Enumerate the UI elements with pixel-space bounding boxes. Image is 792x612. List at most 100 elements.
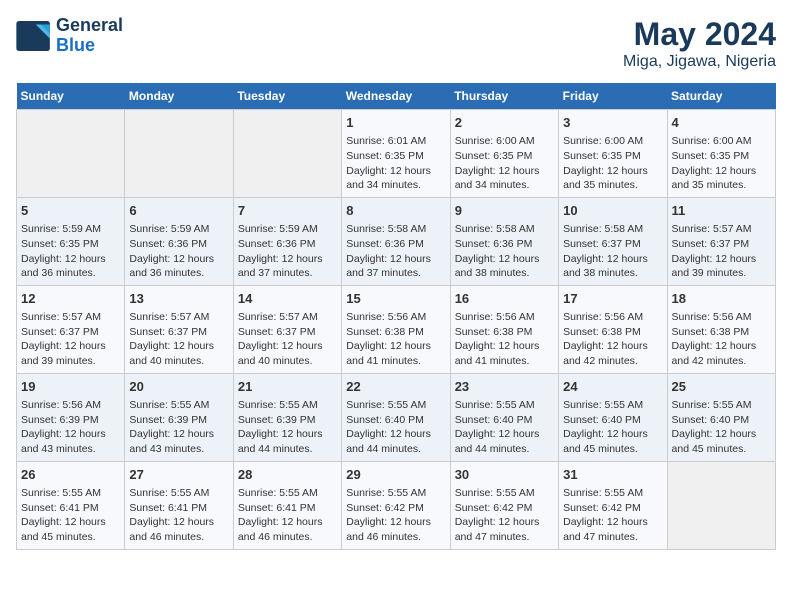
day-number: 21 [238, 378, 337, 396]
day-number: 13 [129, 290, 228, 308]
calendar-cell: 7Sunrise: 5:59 AM Sunset: 6:36 PM Daylig… [233, 197, 341, 285]
day-number: 27 [129, 466, 228, 484]
day-info: Sunrise: 5:55 AM Sunset: 6:42 PM Dayligh… [346, 486, 445, 545]
day-number: 14 [238, 290, 337, 308]
day-info: Sunrise: 5:57 AM Sunset: 6:37 PM Dayligh… [129, 310, 228, 369]
calendar-cell: 27 Sunrise: 5:55 AM Sunset: 6:41 PM Dayli… [125, 461, 233, 549]
day-info: Sunrise: 5:55 AM Sunset: 6:41 PM Dayligh… [129, 486, 228, 545]
day-info: Sunrise: 5:55 AM Sunset: 6:40 PM Dayligh… [455, 398, 554, 457]
calendar-cell [233, 110, 341, 198]
calendar-cell [125, 110, 233, 198]
weekday-header-monday: Monday [125, 83, 233, 110]
day-number: 8 [346, 202, 445, 220]
day-info: Sunrise: 5:55 AM Sunset: 6:40 PM Dayligh… [672, 398, 771, 457]
weekday-header-wednesday: Wednesday [342, 83, 450, 110]
day-info: Sunrise: 5:55 AM Sunset: 6:41 PM Dayligh… [238, 486, 337, 545]
day-number: 15 [346, 290, 445, 308]
day-info: Sunrise: 6:00 AM Sunset: 6:35 PM Dayligh… [672, 134, 771, 193]
day-info: Sunrise: 5:59 AM Sunset: 6:36 PM Dayligh… [129, 222, 228, 281]
calendar-cell: 1 Sunrise: 6:01 AM Sunset: 6:35 PM Daylig… [342, 110, 450, 198]
weekday-header-sunday: Sunday [17, 83, 125, 110]
calendar-cell: 18Sunrise: 5:56 AM Sunset: 6:38 PM Dayli… [667, 285, 775, 373]
calendar-week-row: 19Sunrise: 5:56 AM Sunset: 6:39 PM Dayli… [17, 373, 776, 461]
day-number: 1 [346, 114, 445, 132]
day-number: 7 [238, 202, 337, 220]
calendar-cell: 23 Sunrise: 5:55 AM Sunset: 6:40 PM Dayli… [450, 373, 558, 461]
calendar-cell [17, 110, 125, 198]
day-number: 6 [129, 202, 228, 220]
calendar-cell: 31 Sunrise: 5:55 AM Sunset: 6:42 PM Dayli… [559, 461, 667, 549]
day-info: Sunrise: 5:55 AM Sunset: 6:40 PM Dayligh… [346, 398, 445, 457]
day-number: 30 [455, 466, 554, 484]
calendar-week-row: 26 Sunrise: 5:55 AM Sunset: 6:41 PM Dayli… [17, 461, 776, 549]
calendar-cell: 2Sunrise: 6:00 AM Sunset: 6:35 PM Daylig… [450, 110, 558, 198]
day-number: 12 [21, 290, 120, 308]
calendar-cell: 8 Sunrise: 5:58 AM Sunset: 6:36 PM Daylig… [342, 197, 450, 285]
day-number: 11 [672, 202, 771, 220]
day-info: Sunrise: 5:55 AM Sunset: 6:42 PM Dayligh… [455, 486, 554, 545]
calendar-cell: 29 Sunrise: 5:55 AM Sunset: 6:42 PM Dayli… [342, 461, 450, 549]
day-number: 3 [563, 114, 662, 132]
day-info: Sunrise: 5:55 AM Sunset: 6:42 PM Dayligh… [563, 486, 662, 545]
day-info: Sunrise: 6:00 AM Sunset: 6:35 PM Dayligh… [563, 134, 662, 193]
day-number: 23 [455, 378, 554, 396]
calendar-cell: 16 Sunrise: 5:56 AM Sunset: 6:38 PM Dayli… [450, 285, 558, 373]
calendar-week-row: 12 Sunrise: 5:57 AM Sunset: 6:37 PM Dayli… [17, 285, 776, 373]
calendar-cell: 28 Sunrise: 5:55 AM Sunset: 6:41 PM Dayli… [233, 461, 341, 549]
page-subtitle: Miga, Jigawa, Nigeria [623, 53, 776, 71]
calendar-cell: 12 Sunrise: 5:57 AM Sunset: 6:37 PM Dayli… [17, 285, 125, 373]
title-block: May 2024 Miga, Jigawa, Nigeria [623, 16, 776, 71]
day-info: Sunrise: 5:56 AM Sunset: 6:38 PM Dayligh… [672, 310, 771, 369]
day-number: 2 [455, 114, 554, 132]
calendar-cell: 9 Sunrise: 5:58 AM Sunset: 6:36 PM Daylig… [450, 197, 558, 285]
calendar-cell [667, 461, 775, 549]
calendar-cell: 11Sunrise: 5:57 AM Sunset: 6:37 PM Dayli… [667, 197, 775, 285]
day-info: Sunrise: 5:57 AM Sunset: 6:37 PM Dayligh… [21, 310, 120, 369]
day-number: 16 [455, 290, 554, 308]
calendar-week-row: 5Sunrise: 5:59 AM Sunset: 6:35 PM Daylig… [17, 197, 776, 285]
calendar-cell: 5Sunrise: 5:59 AM Sunset: 6:35 PM Daylig… [17, 197, 125, 285]
day-info: Sunrise: 5:57 AM Sunset: 6:37 PM Dayligh… [238, 310, 337, 369]
calendar-cell: 15Sunrise: 5:56 AM Sunset: 6:38 PM Dayli… [342, 285, 450, 373]
calendar-cell: 19Sunrise: 5:56 AM Sunset: 6:39 PM Dayli… [17, 373, 125, 461]
day-number: 29 [346, 466, 445, 484]
calendar-cell: 26 Sunrise: 5:55 AM Sunset: 6:41 PM Dayli… [17, 461, 125, 549]
day-info: Sunrise: 5:56 AM Sunset: 6:38 PM Dayligh… [563, 310, 662, 369]
day-info: Sunrise: 5:58 AM Sunset: 6:36 PM Dayligh… [346, 222, 445, 281]
weekday-header-saturday: Saturday [667, 83, 775, 110]
day-number: 22 [346, 378, 445, 396]
calendar-cell: 4 Sunrise: 6:00 AM Sunset: 6:35 PM Daylig… [667, 110, 775, 198]
day-info: Sunrise: 5:58 AM Sunset: 6:36 PM Dayligh… [455, 222, 554, 281]
weekday-header-thursday: Thursday [450, 83, 558, 110]
weekday-header-tuesday: Tuesday [233, 83, 341, 110]
day-number: 17 [563, 290, 662, 308]
day-number: 4 [672, 114, 771, 132]
day-number: 31 [563, 466, 662, 484]
calendar-cell: 6 Sunrise: 5:59 AM Sunset: 6:36 PM Daylig… [125, 197, 233, 285]
day-info: Sunrise: 5:55 AM Sunset: 6:39 PM Dayligh… [238, 398, 337, 457]
day-number: 10 [563, 202, 662, 220]
day-info: Sunrise: 5:55 AM Sunset: 6:41 PM Dayligh… [21, 486, 120, 545]
day-number: 28 [238, 466, 337, 484]
day-info: Sunrise: 5:58 AM Sunset: 6:37 PM Dayligh… [563, 222, 662, 281]
calendar-cell: 24Sunrise: 5:55 AM Sunset: 6:40 PM Dayli… [559, 373, 667, 461]
calendar-cell: 20Sunrise: 5:55 AM Sunset: 6:39 PM Dayli… [125, 373, 233, 461]
logo-blue: Blue [56, 35, 95, 55]
day-info: Sunrise: 6:01 AM Sunset: 6:35 PM Dayligh… [346, 134, 445, 193]
day-number: 26 [21, 466, 120, 484]
day-info: Sunrise: 5:56 AM Sunset: 6:38 PM Dayligh… [455, 310, 554, 369]
day-number: 24 [563, 378, 662, 396]
page-title: May 2024 [623, 16, 776, 53]
day-number: 20 [129, 378, 228, 396]
calendar-cell: 22 Sunrise: 5:55 AM Sunset: 6:40 PM Dayli… [342, 373, 450, 461]
calendar-cell: 17 Sunrise: 5:56 AM Sunset: 6:38 PM Dayli… [559, 285, 667, 373]
day-number: 9 [455, 202, 554, 220]
calendar-cell: 10 Sunrise: 5:58 AM Sunset: 6:37 PM Dayli… [559, 197, 667, 285]
day-info: Sunrise: 5:56 AM Sunset: 6:39 PM Dayligh… [21, 398, 120, 457]
calendar-cell: 30 Sunrise: 5:55 AM Sunset: 6:42 PM Dayli… [450, 461, 558, 549]
calendar-cell: 25Sunrise: 5:55 AM Sunset: 6:40 PM Dayli… [667, 373, 775, 461]
calendar-cell: 13 Sunrise: 5:57 AM Sunset: 6:37 PM Dayli… [125, 285, 233, 373]
day-info: Sunrise: 5:59 AM Sunset: 6:35 PM Dayligh… [21, 222, 120, 281]
calendar-header-row: SundayMondayTuesdayWednesdayThursdayFrid… [17, 83, 776, 110]
page-header: General Blue May 2024 Miga, Jigawa, Nige… [16, 16, 776, 71]
